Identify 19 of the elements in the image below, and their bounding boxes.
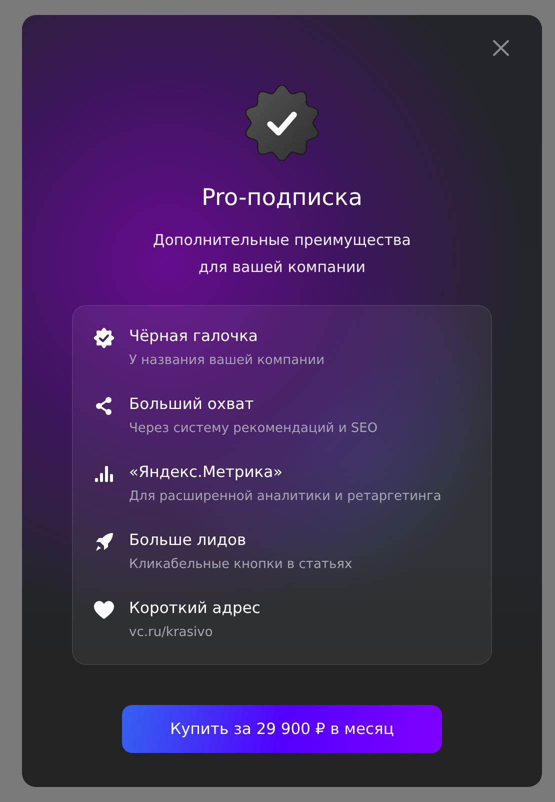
check-badge-icon bbox=[93, 327, 115, 349]
feature-title: Больший охват bbox=[129, 394, 255, 414]
feature-description: Кликабельные кнопки в статьях bbox=[129, 556, 352, 574]
close-icon[interactable] bbox=[492, 39, 510, 57]
heart-icon bbox=[93, 599, 115, 621]
dialog-subtitle: Дополнительные преимущества для вашей компании bbox=[152, 230, 412, 278]
buy-button[interactable]: Купить за 29 900 ₽ в месяц bbox=[122, 705, 442, 753]
feature-description: Для расширенной аналитики и ретаргетинга bbox=[129, 488, 442, 506]
feature-description: У названия вашей компании bbox=[129, 352, 325, 370]
dialog-title: Pro-подписка bbox=[202, 184, 362, 213]
feature-title: Больше лидов bbox=[129, 530, 248, 550]
feature-title: Чёрная галочка bbox=[129, 326, 259, 346]
check-badge-icon bbox=[244, 85, 320, 161]
rocket-icon bbox=[93, 531, 115, 553]
feature-title: «Яндекс.Метрика» bbox=[129, 462, 284, 482]
feature-description: vc.ru/krasivo bbox=[129, 624, 214, 642]
feature-description: Через систему рекомендаций и SEO bbox=[129, 420, 378, 438]
feature-title: Короткий адрес bbox=[129, 598, 260, 618]
bar-chart-icon bbox=[93, 463, 115, 485]
